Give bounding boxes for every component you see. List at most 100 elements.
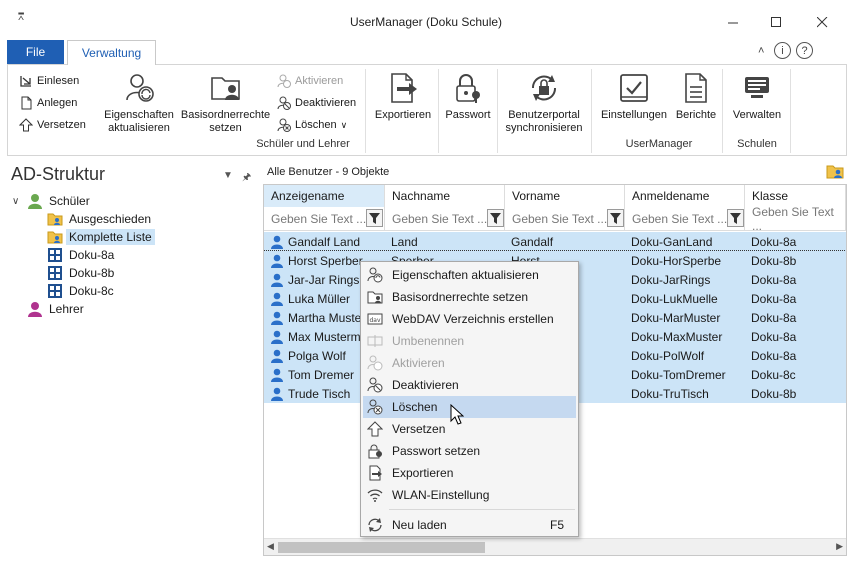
user-icon (271, 368, 283, 382)
table-cell: Doku-TruTisch (625, 384, 745, 403)
users-check-icon (277, 74, 291, 88)
menu-item-label: WLAN-Einstellung (392, 488, 490, 502)
column-header-vorname[interactable]: Vorname (505, 185, 625, 207)
benutzerportal-line1: Benutzerportal (508, 109, 580, 121)
export-icon (369, 465, 382, 481)
berichte-button[interactable]: Berichte (672, 71, 720, 122)
info-icon[interactable]: i (774, 42, 791, 59)
new-document-icon (19, 96, 33, 110)
pin-icon[interactable]: 🖈 (242, 170, 251, 187)
menu-item-umbenennen[interactable]: Umbenennen (363, 330, 576, 352)
menu-item-eigenschaften-aktualisieren[interactable]: Eigenschaften aktualisieren (363, 264, 576, 286)
anlegen-label: Anlegen (37, 97, 78, 109)
filter-input-klasse[interactable]: Geben Sie Text ... (745, 205, 846, 233)
filter-icon[interactable] (487, 209, 504, 227)
scrollbar-thumb[interactable] (278, 542, 485, 553)
ribbon: Einlesen Anlegen Versetzen Eigenschaften… (7, 64, 847, 156)
user-icon (271, 311, 283, 325)
cell-text: Martha Muster (288, 310, 366, 325)
user-icon (271, 254, 283, 268)
cell-text: Doku-8a (751, 329, 797, 344)
menu-item-webdav-verzeichnis-erstellen[interactable]: dav WebDAV Verzeichnis erstellen (363, 308, 576, 330)
menu-item-versetzen[interactable]: Versetzen (363, 418, 576, 440)
folder-users-icon (47, 229, 63, 245)
menu-item-passwort-setzen[interactable]: Passwort setzen (363, 440, 576, 462)
versetzen-button[interactable]: Versetzen (18, 115, 86, 135)
menu-item-exportieren[interactable]: Exportieren (363, 462, 576, 484)
tree-item-schueler[interactable]: Schüler (27, 192, 90, 210)
einlesen-button[interactable]: Einlesen (19, 71, 79, 91)
panel-dropdown-icon[interactable]: ▼ (223, 170, 233, 181)
benutzerportal-sync-button[interactable]: Benutzerportal synchronisieren (500, 71, 588, 135)
cell-text: Doku-JarRings (631, 272, 711, 287)
versetzen-label: Versetzen (37, 119, 86, 131)
help-icon[interactable]: ? (796, 42, 813, 59)
cell-text: Doku-8a (751, 234, 797, 249)
group-label-schulen: Schulen (737, 138, 777, 150)
exportieren-button[interactable]: Exportieren (371, 71, 435, 122)
tree-item-doku-8c[interactable]: Doku-8c (47, 282, 114, 300)
tree-item-lehrer[interactable]: Lehrer (27, 300, 84, 318)
einstellungen-button[interactable]: Einstellungen (597, 71, 671, 122)
column-header-anzeigename[interactable]: Anzeigename (264, 185, 385, 207)
collapse-ribbon-icon[interactable]: ˄ (758, 45, 764, 57)
loeschen-button[interactable]: Löschen ∨ (277, 115, 347, 135)
cell-text: Doku-HorSperbe (631, 253, 722, 268)
column-header-nachname[interactable]: Nachname (385, 185, 505, 207)
tree-label: Lehrer (49, 302, 84, 316)
filter-icon[interactable] (607, 209, 624, 227)
tab-file[interactable]: File (7, 40, 64, 64)
users-block-icon (367, 377, 383, 393)
menu-item-basisordnerrechte-setzen[interactable]: Basisordnerrechte setzen (363, 286, 576, 308)
chevron-down-icon[interactable]: ∨ (12, 196, 19, 207)
maximize-icon[interactable] (753, 8, 799, 36)
folder-users-icon[interactable] (826, 163, 844, 182)
basisordnerrechte-button[interactable]: Basisordnerrechte setzen (178, 71, 273, 135)
table-cell: Doku-8b (745, 384, 846, 403)
passwort-button[interactable]: Passwort (441, 71, 495, 122)
cell-text: Horst Sperber (288, 253, 363, 268)
ribbon-separator (722, 69, 723, 153)
verwalten-button[interactable]: Verwalten (727, 71, 787, 122)
tree-label: Doku-8c (69, 284, 114, 298)
ribbon-separator (497, 69, 498, 153)
ribbon-separator (790, 69, 791, 153)
eigenschaften-aktualisieren-button[interactable]: Eigenschaften aktualisieren (101, 71, 177, 135)
ribbon-tabs: File Verwaltung ˄ i ? (0, 39, 852, 65)
tree-item-doku-8a[interactable]: Doku-8a (47, 246, 114, 264)
table-row[interactable]: Gandalf Land Land Gandalf Doku-GanLand Doku-… (264, 232, 846, 251)
tab-verwaltung[interactable]: Verwaltung (67, 40, 156, 65)
scroll-right-icon[interactable]: ▶ (836, 541, 843, 552)
menu-item-wlan-einstellung[interactable]: WLAN-Einstellung (363, 484, 576, 506)
close-icon[interactable] (799, 8, 845, 36)
import-icon (19, 74, 33, 88)
horizontal-scrollbar[interactable]: ◀ ▶ (264, 538, 846, 555)
aktivieren-button[interactable]: Aktivieren (277, 71, 343, 91)
table-cell: Doku-MarMuster (625, 308, 745, 327)
filter-icon[interactable] (366, 209, 383, 227)
menu-item-aktivieren[interactable]: Aktivieren (363, 352, 576, 374)
table-cell: Doku-8a (745, 327, 846, 346)
menu-item-label: Exportieren (392, 466, 454, 480)
filter-icon[interactable] (727, 209, 744, 227)
tree-item-komplette-liste[interactable]: Komplette Liste (47, 228, 155, 246)
deaktivieren-button[interactable]: Deaktivieren (277, 93, 356, 113)
scroll-left-icon[interactable]: ◀ (267, 541, 274, 552)
user-icon (271, 235, 283, 249)
menu-item-label: Basisordnerrechte setzen (392, 290, 529, 304)
table-cell: Gandalf (505, 232, 625, 251)
users-delete-icon (367, 399, 383, 415)
menu-item-neu-laden[interactable]: Neu laden F5 (363, 514, 576, 536)
table-cell: Doku-TomDremer (625, 365, 745, 384)
cell-text: Tom Dremer (288, 367, 355, 382)
cell-text: Luka Müller (288, 291, 351, 306)
menu-item-loeschen[interactable]: Löschen (363, 396, 576, 418)
eigenschaften-line2: aktualisieren (108, 122, 170, 134)
menu-item-deaktivieren[interactable]: Deaktivieren (363, 374, 576, 396)
minimize-icon[interactable] (710, 8, 756, 36)
class-grid-icon (47, 283, 63, 299)
tree-item-ausgeschieden[interactable]: Ausgeschieden (47, 210, 151, 228)
tree-item-doku-8b[interactable]: Doku-8b (47, 264, 114, 282)
column-header-anmeldename[interactable]: Anmeldename (625, 185, 745, 207)
anlegen-button[interactable]: Anlegen (19, 93, 77, 113)
